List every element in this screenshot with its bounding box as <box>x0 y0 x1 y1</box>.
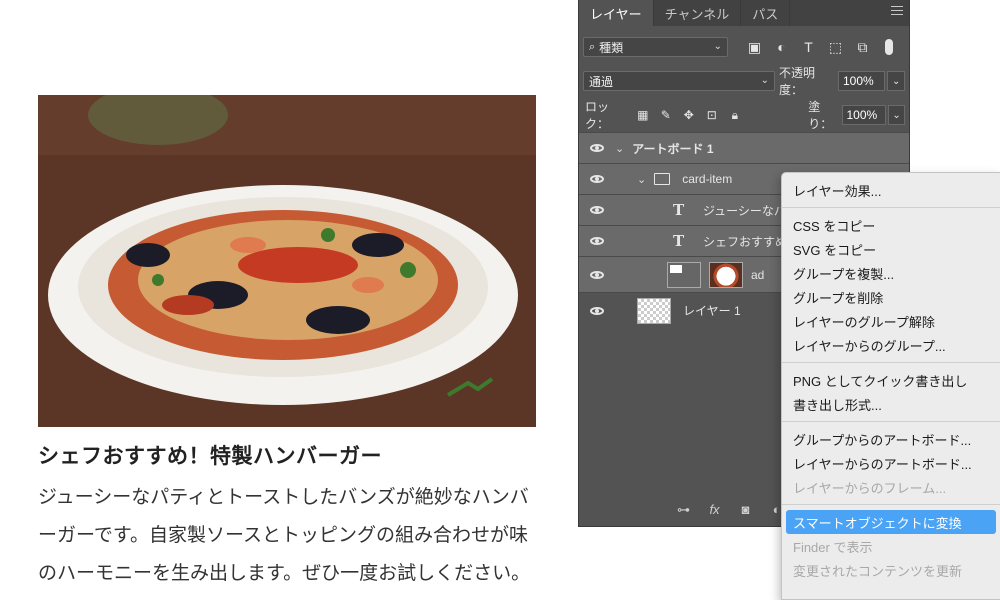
menu-item-duplicate-group[interactable]: グループを複製... <box>782 261 1000 285</box>
menu-separator <box>782 362 1000 363</box>
menu-item-copy-css[interactable]: CSS をコピー <box>782 213 1000 237</box>
fill-dropdown-icon[interactable]: ⌄ <box>888 105 905 125</box>
opacity-dropdown-icon[interactable]: ⌄ <box>887 71 905 91</box>
shape-filter-icon[interactable]: ⬚ <box>827 39 844 56</box>
chevron-down-icon: ⌄ <box>713 41 722 52</box>
panel-footer: ⊶ fx ◙ ◐ <box>675 501 785 518</box>
lock-label: ロック： <box>585 100 610 131</box>
visibility-eye-icon[interactable] <box>590 306 604 315</box>
adjustment-filter-icon[interactable]: ◐ <box>773 39 790 56</box>
menu-item-reveal-in-finder: Finder で表示 <box>793 539 873 555</box>
panel-menu-icon[interactable] <box>891 6 903 18</box>
tab-channels[interactable]: チャンネル <box>654 0 742 26</box>
mask-thumbnail <box>667 261 701 288</box>
menu-separator <box>782 421 1000 422</box>
mask-icon[interactable]: ◙ <box>737 501 754 518</box>
visibility-eye-icon[interactable] <box>590 206 604 214</box>
layer-filter-select[interactable]: ⌕ 種類 ⌄ <box>583 37 728 57</box>
menu-item-artboard-from-layers[interactable]: レイヤーからのアートボード... <box>782 451 1000 475</box>
menu-item-convert-to-smart-object[interactable]: スマートオブジェクトに変換 <box>786 510 996 534</box>
transparent-thumbnail <box>637 297 671 324</box>
menu-item-artboard-from-group[interactable]: グループからのアートボード... <box>782 427 1000 451</box>
pasta-dish-image <box>38 95 536 427</box>
text-filter-icon[interactable]: T <box>800 39 817 56</box>
fill-input[interactable]: 100% <box>841 105 887 125</box>
menu-separator <box>782 504 1000 505</box>
tab-layers[interactable]: レイヤー <box>579 0 654 26</box>
blend-mode-value: 通過 <box>589 74 614 89</box>
blend-mode-select[interactable]: 通過 ⌄ <box>583 71 775 91</box>
layer-name: シェフおすすめ <box>703 234 788 249</box>
visibility-eye-icon[interactable] <box>590 270 604 279</box>
folder-icon <box>654 173 671 185</box>
search-icon: ⌕ <box>589 40 596 53</box>
smart-object-filter-icon[interactable]: ⧉ <box>854 39 871 56</box>
opacity-input[interactable]: 100% <box>837 71 886 91</box>
menu-item-layer-effects[interactable]: レイヤー効果... <box>782 178 1000 202</box>
link-icon[interactable]: ⊶ <box>675 501 692 518</box>
panel-tabs: レイヤー チャンネル パス <box>579 0 909 26</box>
layer-name: card-item <box>682 172 733 186</box>
smart-object-thumbnail <box>709 261 743 288</box>
visibility-eye-icon[interactable] <box>590 144 604 152</box>
layer-artboard[interactable]: ⌄ アートボード 1 <box>579 132 909 163</box>
card-description: ジューシーなパティとトーストしたバンズが絶妙なハンバーガーです。自家製ソースとト… <box>38 486 531 584</box>
menu-item-group-from-layers[interactable]: レイヤーからのグループ... <box>782 333 1000 357</box>
visibility-eye-icon[interactable] <box>590 237 604 245</box>
text-layer-icon: T <box>673 201 685 219</box>
fill-label: 塗り： <box>808 100 833 131</box>
layer-name: アートボード 1 <box>632 141 714 156</box>
layer-name: ジューシーなパ <box>703 203 786 218</box>
chevron-down-icon[interactable]: ⌄ <box>615 142 624 155</box>
food-photo <box>38 95 536 427</box>
context-menu: レイヤー効果... CSS をコピー SVG をコピー グループを複製... グ… <box>781 172 1000 600</box>
menu-item-update-modified-content: 変更されたコンテンツを更新 <box>793 563 963 579</box>
lock-brush-icon[interactable]: ✎ <box>658 108 673 123</box>
menu-item-frame-from-layers: レイヤーからのフレーム... <box>793 480 947 496</box>
layer-name: ad <box>751 267 765 282</box>
lock-artboard-icon[interactable]: ⊡ <box>704 108 719 123</box>
layer-name: レイヤー 1 <box>683 304 741 318</box>
card-title: シェフおすすめ！特製ハンバーガー <box>38 444 382 468</box>
lock-transparency-icon[interactable]: ▦ <box>635 108 650 123</box>
visibility-eye-icon[interactable] <box>590 175 604 183</box>
menu-separator <box>782 207 1000 208</box>
fx-icon[interactable]: fx <box>706 501 723 518</box>
menu-item-copy-svg[interactable]: SVG をコピー <box>782 237 1000 261</box>
menu-item-delete-group[interactable]: グループを削除 <box>782 285 1000 309</box>
chevron-down-icon[interactable]: ⌄ <box>637 173 646 186</box>
menu-item-quick-export-png[interactable]: PNG としてクイック書き出し <box>782 368 1000 392</box>
pixel-filter-icon[interactable]: ▣ <box>746 39 763 56</box>
opacity-label: 不透明度： <box>778 66 815 97</box>
filter-toggle[interactable] <box>885 39 893 55</box>
text-layer-icon: T <box>673 232 685 250</box>
tab-paths[interactable]: パス <box>741 0 791 26</box>
chevron-down-icon: ⌄ <box>760 75 769 86</box>
filter-label: 種類 <box>599 40 624 55</box>
menu-item-export-as[interactable]: 書き出し形式... <box>782 392 1000 416</box>
menu-item-ungroup-layers[interactable]: レイヤーのグループ解除 <box>782 309 1000 333</box>
lock-all-icon[interactable]: 🔒︎ <box>727 108 742 123</box>
lock-position-icon[interactable]: ✥ <box>681 108 696 123</box>
